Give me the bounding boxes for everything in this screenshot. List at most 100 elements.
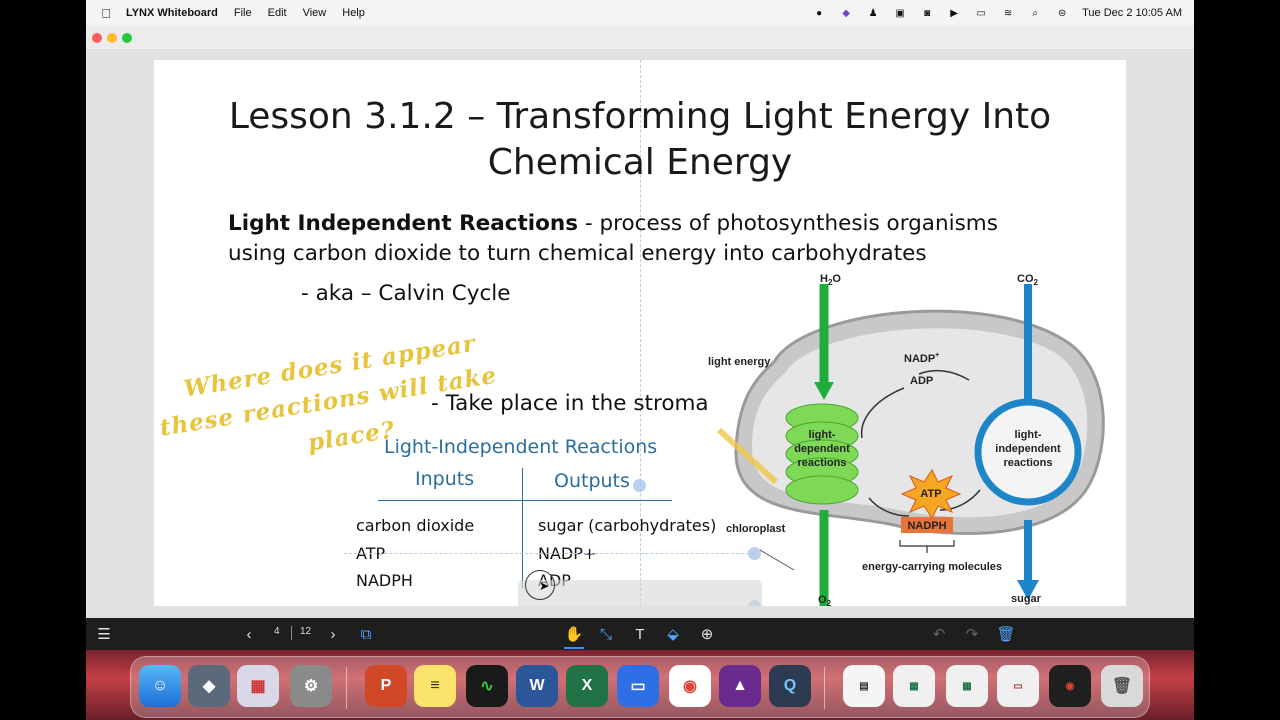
menu-file[interactable]: File bbox=[234, 7, 252, 19]
output-sugar: sugar (carbohydrates) bbox=[538, 516, 717, 535]
finder-icon[interactable]: ☺ bbox=[139, 665, 181, 707]
table-header-outputs: Outputs bbox=[554, 470, 630, 492]
total-pages: 12 bbox=[300, 626, 312, 637]
users-icon[interactable]: ♟ bbox=[866, 8, 880, 19]
light-independent-label-1: light- bbox=[1015, 429, 1042, 441]
chloroplast-label: chloroplast bbox=[726, 523, 786, 535]
recent-window-thumbnail[interactable]: ▭ bbox=[997, 665, 1039, 707]
word-icon[interactable]: W bbox=[516, 665, 558, 707]
add-icon[interactable]: ⊕ bbox=[695, 622, 719, 646]
camera-icon[interactable]: ◙ bbox=[920, 8, 934, 19]
hamburger-menu-icon[interactable]: ☰ bbox=[92, 622, 116, 646]
apple-menu-icon[interactable]:  bbox=[86, 6, 112, 21]
activity-monitor-icon[interactable]: ∿ bbox=[466, 665, 508, 707]
co2-label: CO bbox=[1017, 273, 1034, 285]
excel-icon[interactable]: X bbox=[566, 665, 608, 707]
page-separator bbox=[291, 626, 292, 640]
clock[interactable]: Tue Dec 2 10:05 AM bbox=[1082, 7, 1182, 19]
slide[interactable]: Lesson 3.1.2 – Transforming Light Energy… bbox=[154, 60, 1126, 606]
trash-icon[interactable]: 🗑 bbox=[994, 622, 1018, 646]
resize-handle[interactable] bbox=[633, 479, 646, 492]
dock-separator bbox=[824, 667, 825, 709]
next-page-button[interactable]: › bbox=[322, 622, 344, 646]
quicktime-icon[interactable]: Q bbox=[769, 665, 811, 707]
wolf-app-icon[interactable]: ▲ bbox=[719, 665, 761, 707]
dock: ☺ ◆ ▦ ⚙ P ≡ ∿ W X ▭ ◉ ▲ Q ▤ ▦ ▦ ▭ ◉ 🗑 bbox=[130, 656, 1150, 718]
pages-overview-icon[interactable]: ⧉ bbox=[354, 622, 378, 646]
redo-icon[interactable]: ↷ bbox=[960, 622, 984, 646]
battery-icon[interactable]: ▭ bbox=[974, 8, 988, 19]
lynx-app-icon[interactable]: ◆ bbox=[188, 665, 230, 707]
system-settings-icon[interactable]: ⚙ bbox=[290, 665, 332, 707]
zoom-window-button[interactable] bbox=[122, 33, 132, 43]
dock-separator bbox=[346, 667, 347, 709]
light-independent-label-2: independent bbox=[995, 443, 1061, 455]
control-center-icon[interactable]: ⊜ bbox=[1055, 8, 1069, 19]
slide-title-line-1: Lesson 3.1.2 – Transforming Light Energy… bbox=[228, 96, 1052, 137]
launchpad-icon[interactable]: ▦ bbox=[237, 665, 279, 707]
notes-icon[interactable]: ≡ bbox=[414, 665, 456, 707]
recent-spreadsheet-thumbnail[interactable]: ▦ bbox=[893, 665, 935, 707]
select-tool-icon[interactable]: ⤡ bbox=[594, 622, 618, 646]
search-icon[interactable]: ⌕ bbox=[1028, 8, 1042, 19]
svg-text:CO2: CO2 bbox=[1017, 273, 1039, 287]
mouse-arrow-icon: ➤ bbox=[539, 579, 550, 593]
chrome-icon[interactable]: ◉ bbox=[669, 665, 711, 707]
energy-carrying-label: energy-carrying molecules bbox=[862, 561, 1002, 573]
light-independent-label-3: reactions bbox=[1004, 457, 1053, 469]
previous-page-button[interactable]: ‹ bbox=[238, 622, 260, 646]
nadph-label: NADPH bbox=[907, 520, 946, 532]
minimize-window-button[interactable] bbox=[107, 33, 117, 43]
input-nadph: NADPH bbox=[356, 571, 413, 590]
record-icon[interactable]: ● bbox=[812, 8, 826, 19]
hand-tool-icon[interactable]: ✋ bbox=[562, 622, 586, 646]
screen:  LYNX Whiteboard File Edit View Help ● … bbox=[0, 0, 1280, 720]
menu-view[interactable]: View bbox=[303, 7, 327, 19]
menu-bar:  LYNX Whiteboard File Edit View Help ● … bbox=[86, 0, 1194, 26]
play-icon[interactable]: ▶ bbox=[947, 8, 961, 19]
sugar-label: sugar bbox=[1011, 593, 1042, 605]
photosynthesis-diagram: H2O CO2 light energy NADP+ ADP light- de… bbox=[708, 273, 1105, 606]
eraser-tool-icon[interactable]: ⬙ bbox=[661, 622, 685, 646]
svg-text:NADP+: NADP+ bbox=[904, 352, 939, 365]
recent-document-thumbnail[interactable]: ▤ bbox=[843, 665, 885, 707]
active-tool-indicator bbox=[564, 647, 584, 649]
wifi-icon[interactable]: ≋ bbox=[1001, 8, 1015, 19]
app-window: Lesson 3.1.2 – Transforming Light Energy… bbox=[86, 26, 1194, 618]
title-bar bbox=[86, 26, 1194, 50]
trash-bin-icon[interactable]: 🗑 bbox=[1101, 665, 1143, 707]
h2o-label: H bbox=[820, 273, 828, 285]
app-tray-icon[interactable]: ◆ bbox=[839, 8, 853, 19]
input-carbon-dioxide: carbon dioxide bbox=[356, 516, 475, 535]
current-page[interactable]: 4 bbox=[274, 626, 280, 637]
table-header-rule bbox=[378, 500, 672, 501]
menu-help[interactable]: Help bbox=[342, 7, 365, 19]
status-tray: ● ◆ ♟ ▣ ◙ ▶ ▭ ≋ ⌕ ⊜ Tue Dec 2 10:05 AM bbox=[812, 7, 1194, 19]
horizontal-guide-line bbox=[344, 553, 754, 554]
whiteboard-canvas[interactable]: Lesson 3.1.2 – Transforming Light Energy… bbox=[86, 50, 1194, 618]
text-tool-icon[interactable]: T bbox=[628, 622, 652, 646]
table-column-rule bbox=[522, 468, 523, 588]
recent-browser-thumbnail[interactable]: ◉ bbox=[1049, 665, 1091, 707]
powerpoint-icon[interactable]: P bbox=[365, 665, 407, 707]
nadp-plus-label: NADP bbox=[904, 353, 935, 365]
aka-text: - aka – Calvin Cycle bbox=[301, 281, 511, 306]
svg-text:O2: O2 bbox=[818, 594, 832, 606]
recent-spreadsheet-thumbnail[interactable]: ▦ bbox=[946, 665, 988, 707]
app-menu[interactable]: LYNX Whiteboard bbox=[126, 7, 218, 19]
printer-icon[interactable]: ▣ bbox=[893, 8, 907, 19]
light-dependent-label-3: reactions bbox=[798, 457, 847, 469]
lynx-toolbar: ☰ ‹ 4 12 › ⧉ ✋ ⤡ T ⬙ ⊕ ↶ ↷ 🗑 bbox=[86, 618, 1194, 650]
light-dependent-label-1: light- bbox=[809, 429, 836, 441]
folder-app-icon[interactable]: ▭ bbox=[617, 665, 659, 707]
adp-label: ADP bbox=[910, 375, 933, 387]
table-header-inputs: Inputs bbox=[415, 468, 475, 490]
menu-edit[interactable]: Edit bbox=[268, 7, 287, 19]
undo-icon[interactable]: ↶ bbox=[927, 622, 951, 646]
close-window-button[interactable] bbox=[92, 33, 102, 43]
table-title: Light-Independent Reactions bbox=[384, 436, 658, 458]
definition-line-1: Light Independent Reactions - process of… bbox=[228, 209, 998, 239]
definition-term: Light Independent Reactions bbox=[228, 211, 579, 236]
atp-label: ATP bbox=[920, 488, 941, 500]
light-energy-label: light energy bbox=[708, 356, 771, 368]
